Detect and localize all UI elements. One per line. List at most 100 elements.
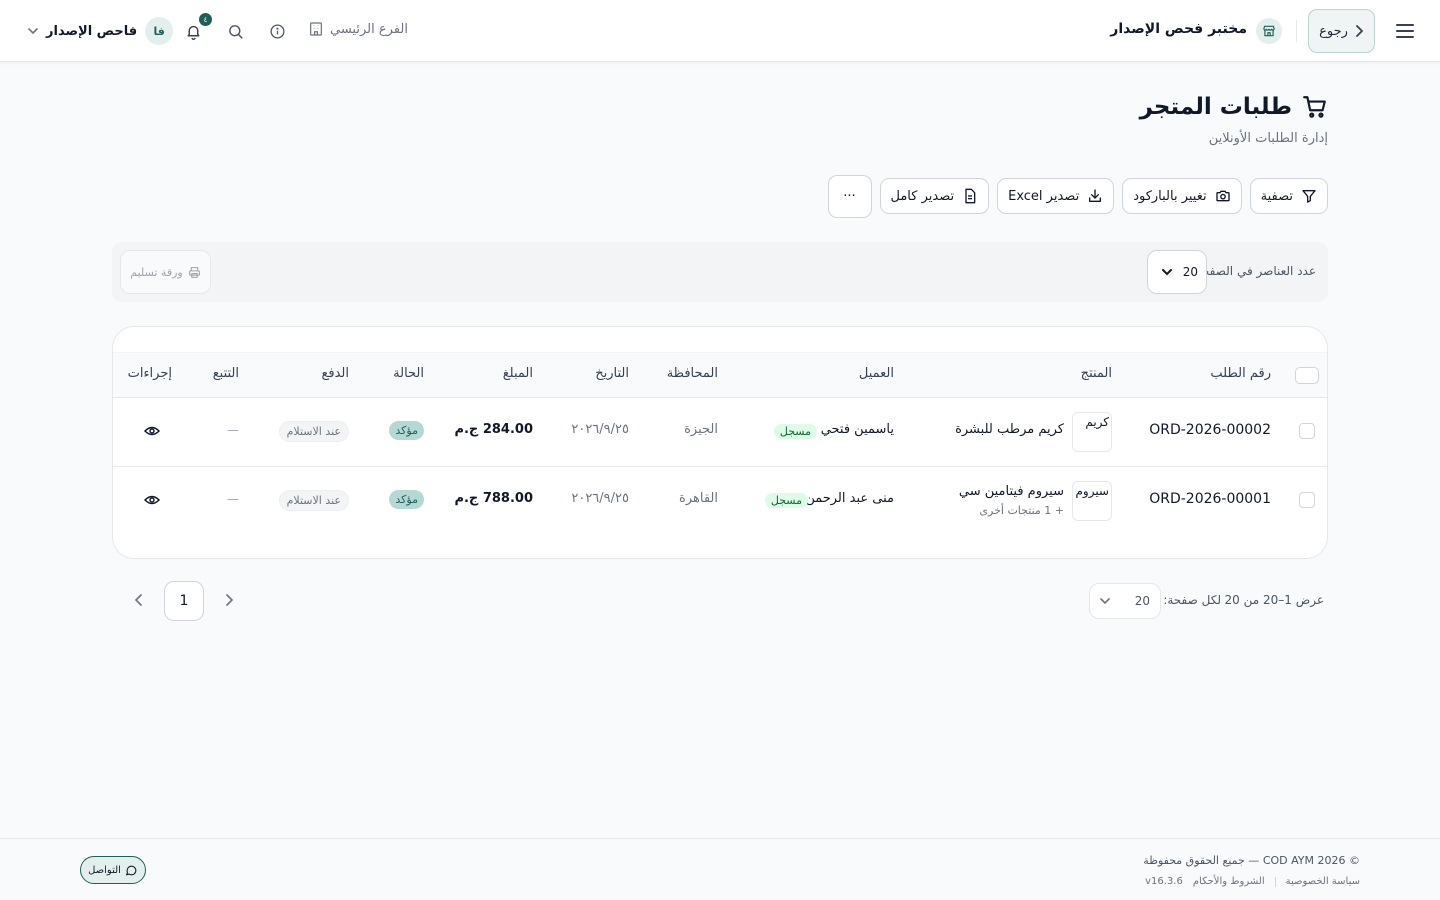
order-id[interactable]: ORD-2026-00002: [1149, 422, 1271, 438]
cart-icon: [1303, 96, 1326, 118]
status-badge: مؤكد: [389, 421, 424, 440]
table-row[interactable]: ORD-2026-00001 سيروم سيروم فيتامين سي + …: [113, 467, 1327, 536]
more-options-button[interactable]: ···: [827, 174, 872, 218]
notification-count-badge: ٤: [199, 13, 212, 26]
governorate: الجيزة: [684, 422, 718, 437]
branch-label: الفرع الرئيسي: [330, 21, 408, 37]
chevron-right-icon: [226, 594, 234, 606]
export-full-button[interactable]: تصدير كامل: [879, 178, 990, 214]
product-thumbnail-alt: كريم: [1085, 415, 1109, 429]
export-excel-button[interactable]: تصدير Excel: [997, 178, 1115, 214]
divider: [1296, 20, 1297, 42]
chevron-down-icon: [28, 28, 38, 35]
chat-icon: [126, 865, 137, 875]
top-bar: رجوع مختبر فحص الإصدار الفرع الرئيسي ٤ ف…: [0, 0, 1440, 62]
column-product: المنتج: [1080, 366, 1112, 381]
next-page-button[interactable]: [132, 591, 144, 609]
row-checkbox[interactable]: [1299, 423, 1315, 439]
filter-bar: عدد العناصر في الصفحة: 20 ورقة تسليم: [112, 242, 1328, 302]
customer-name: ياسمين فتحي: [820, 422, 894, 437]
order-id[interactable]: ORD-2026-00001: [1149, 491, 1271, 507]
page-number-current[interactable]: 1: [164, 581, 204, 621]
product-name: سيروم فيتامين سي: [958, 484, 1064, 499]
barcode-change-button[interactable]: تغيير بالباركود: [1122, 178, 1242, 214]
pagination-per-page-select[interactable]: 20: [1089, 583, 1161, 619]
product-thumbnail: كريم: [1072, 412, 1112, 452]
file-icon: [965, 188, 976, 204]
product-thumbnail: سيروم: [1072, 481, 1112, 521]
back-label: رجوع: [1319, 23, 1348, 39]
back-button[interactable]: رجوع: [1308, 9, 1375, 53]
order-amount: 788.00 ج.م: [454, 491, 533, 506]
delivery-sheet-button[interactable]: ورقة تسليم: [120, 250, 211, 294]
row-checkbox[interactable]: [1299, 492, 1315, 508]
bell-icon: [186, 25, 200, 40]
printer-icon: [188, 266, 200, 278]
items-per-page-label: عدد العناصر في الصفحة:: [1191, 264, 1316, 278]
pagination-per-page-label: لكل صفحة:: [1163, 593, 1221, 607]
filter-button[interactable]: تصفية: [1249, 178, 1328, 214]
page-subtitle: إدارة الطلبات الأونلاين: [1208, 131, 1328, 146]
tracking-value: —: [227, 492, 239, 506]
privacy-link[interactable]: سياسة الخصوصية: [1286, 876, 1360, 887]
footer-divider: [1274, 876, 1276, 887]
status-badge: مؤكد: [389, 490, 424, 509]
contact-label: التواصل: [88, 864, 121, 876]
view-order-button[interactable]: [144, 423, 160, 439]
user-menu[interactable]: فاحص الإصدار فا: [28, 17, 174, 45]
registered-badge: مسجل: [764, 493, 808, 508]
order-date: ٢٠٢٦/٩/٢٥: [571, 422, 629, 437]
pagination-summary: عرض 1–20 من 20: [1224, 593, 1324, 607]
info-icon: [269, 23, 285, 39]
previous-page-button[interactable]: [224, 591, 236, 609]
payment-badge: عند الاستلام: [278, 421, 349, 442]
product-thumbnail-alt: سيروم: [1075, 484, 1109, 498]
customer-name: منى عبد الرحمن: [805, 491, 894, 506]
version-text: v16.3.6: [1145, 876, 1183, 887]
chevron-right-icon: [1356, 25, 1363, 37]
branch-selector[interactable]: الفرع الرئيسي: [308, 21, 408, 37]
user-name: فاحص الإصدار: [46, 23, 138, 39]
chevron-down-icon: [1100, 597, 1110, 604]
select-all-checkbox[interactable]: [1295, 367, 1319, 384]
chevron-left-icon: [134, 594, 142, 606]
product-name: كريم مرطب للبشرة: [955, 422, 1064, 437]
payment-badge: عند الاستلام: [278, 490, 349, 511]
contact-button[interactable]: التواصل: [80, 856, 146, 884]
table-header: رقم الطلب المنتج العميل المحافظة التاريخ…: [113, 352, 1327, 398]
order-amount: 284.00 ج.م: [454, 422, 533, 437]
filter-label: تصفية: [1260, 188, 1293, 204]
column-date: التاريخ: [595, 366, 629, 381]
info-button[interactable]: [266, 20, 288, 42]
registered-badge: مسجل: [773, 424, 817, 439]
copyright-text: © 2026 COD AYM — جميع الحقوق محفوظة: [1143, 854, 1360, 867]
filter-icon: [1302, 190, 1316, 203]
table-row[interactable]: ORD-2026-00002 كريم كريم مرطب للبشرة ياس…: [113, 398, 1327, 467]
download-icon: [1089, 189, 1102, 202]
column-tracking: التتبع: [212, 366, 239, 381]
search-button[interactable]: [224, 20, 246, 42]
column-payment: الدفع: [321, 366, 349, 381]
column-status: الحالة: [393, 366, 424, 381]
eye-icon: [144, 495, 160, 505]
orders-table: رقم الطلب المنتج العميل المحافظة التاريخ…: [112, 326, 1328, 559]
product-more: + 1 منتجات أخرى: [979, 504, 1064, 517]
terms-link[interactable]: الشروط والأحكام: [1193, 876, 1265, 887]
menu-button[interactable]: [1390, 17, 1420, 45]
governorate: القاهرة: [679, 491, 718, 506]
chevron-down-icon: [1162, 268, 1172, 275]
notifications-button[interactable]: ٤: [182, 13, 212, 42]
column-governorate: المحافظة: [666, 366, 718, 381]
column-actions: إجراءات: [127, 366, 172, 381]
delivery-sheet-label: ورقة تسليم: [130, 265, 183, 279]
pagination-per-page-value: 20: [1134, 594, 1150, 608]
footer-links: سياسة الخصوصية الشروط والأحكام v16.3.6: [1145, 876, 1360, 887]
items-per-page-select[interactable]: 20: [1147, 250, 1207, 294]
store-avatar: [1256, 18, 1282, 44]
items-per-page-value: 20: [1182, 265, 1198, 279]
page-header: طلبات المتجر: [1140, 94, 1328, 120]
footer: © 2026 COD AYM — جميع الحقوق محفوظة سياس…: [0, 838, 1440, 900]
store-name: مختبر فحص الإصدار: [1110, 21, 1247, 37]
view-order-button[interactable]: [144, 492, 160, 508]
avatar: فا: [145, 17, 174, 45]
